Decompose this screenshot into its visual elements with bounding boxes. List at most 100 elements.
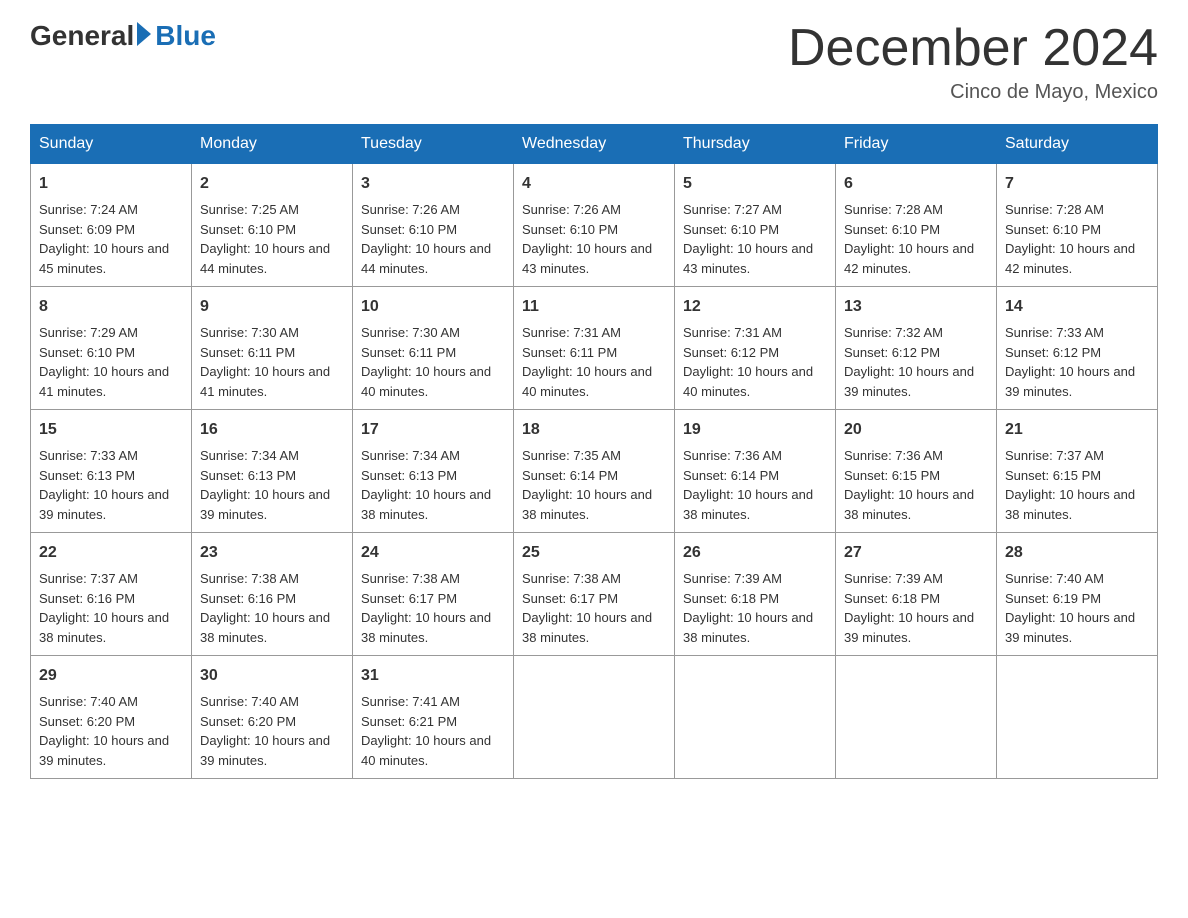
day-number: 8 — [39, 295, 183, 319]
day-info: Sunrise: 7:40 AMSunset: 6:20 PMDaylight:… — [39, 692, 183, 770]
header-tuesday: Tuesday — [353, 125, 514, 164]
day-info: Sunrise: 7:35 AMSunset: 6:14 PMDaylight:… — [522, 446, 666, 524]
day-number: 7 — [1005, 172, 1149, 196]
day-number: 29 — [39, 664, 183, 688]
day-number: 14 — [1005, 295, 1149, 319]
day-number: 21 — [1005, 418, 1149, 442]
day-number: 12 — [683, 295, 827, 319]
day-info: Sunrise: 7:38 AMSunset: 6:16 PMDaylight:… — [200, 569, 344, 647]
day-number: 18 — [522, 418, 666, 442]
day-number: 15 — [39, 418, 183, 442]
title-area: December 2024 Cinco de Mayo, Mexico — [788, 20, 1158, 104]
day-info: Sunrise: 7:32 AMSunset: 6:12 PMDaylight:… — [844, 323, 988, 401]
calendar-cell: 20 Sunrise: 7:36 AMSunset: 6:15 PMDayligh… — [836, 410, 997, 533]
day-info: Sunrise: 7:36 AMSunset: 6:15 PMDaylight:… — [844, 446, 988, 524]
calendar-cell: 27 Sunrise: 7:39 AMSunset: 6:18 PMDayligh… — [836, 533, 997, 656]
day-info: Sunrise: 7:34 AMSunset: 6:13 PMDaylight:… — [200, 446, 344, 524]
day-info: Sunrise: 7:28 AMSunset: 6:10 PMDaylight:… — [844, 200, 988, 278]
day-info: Sunrise: 7:39 AMSunset: 6:18 PMDaylight:… — [844, 569, 988, 647]
day-number: 22 — [39, 541, 183, 565]
day-number: 2 — [200, 172, 344, 196]
logo-blue-text: Blue — [155, 20, 216, 52]
calendar-cell: 18 Sunrise: 7:35 AMSunset: 6:14 PMDayligh… — [514, 410, 675, 533]
day-number: 3 — [361, 172, 505, 196]
day-number: 6 — [844, 172, 988, 196]
day-info: Sunrise: 7:41 AMSunset: 6:21 PMDaylight:… — [361, 692, 505, 770]
logo: General Blue — [30, 20, 216, 52]
header-friday: Friday — [836, 125, 997, 164]
day-number: 10 — [361, 295, 505, 319]
calendar-week-row: 8 Sunrise: 7:29 AMSunset: 6:10 PMDaylight… — [31, 287, 1158, 410]
day-number: 19 — [683, 418, 827, 442]
logo-general-text: General — [30, 20, 134, 52]
header-sunday: Sunday — [31, 125, 192, 164]
day-info: Sunrise: 7:25 AMSunset: 6:10 PMDaylight:… — [200, 200, 344, 278]
calendar-cell: 15 Sunrise: 7:33 AMSunset: 6:13 PMDayligh… — [31, 410, 192, 533]
day-info: Sunrise: 7:29 AMSunset: 6:10 PMDaylight:… — [39, 323, 183, 401]
calendar-cell: 22 Sunrise: 7:37 AMSunset: 6:16 PMDayligh… — [31, 533, 192, 656]
header-monday: Monday — [192, 125, 353, 164]
day-info: Sunrise: 7:31 AMSunset: 6:11 PMDaylight:… — [522, 323, 666, 401]
day-info: Sunrise: 7:26 AMSunset: 6:10 PMDaylight:… — [522, 200, 666, 278]
day-info: Sunrise: 7:40 AMSunset: 6:19 PMDaylight:… — [1005, 569, 1149, 647]
calendar-cell: 9Sunrise: 7:30 AMSunset: 6:11 PMDaylight… — [192, 287, 353, 410]
calendar-cell — [997, 656, 1158, 779]
day-number: 23 — [200, 541, 344, 565]
calendar-cell: 11 Sunrise: 7:31 AMSunset: 6:11 PMDayligh… — [514, 287, 675, 410]
day-info: Sunrise: 7:39 AMSunset: 6:18 PMDaylight:… — [683, 569, 827, 647]
day-number: 16 — [200, 418, 344, 442]
calendar-cell: 2 Sunrise: 7:25 AMSunset: 6:10 PMDaylight… — [192, 164, 353, 287]
day-info: Sunrise: 7:33 AMSunset: 6:13 PMDaylight:… — [39, 446, 183, 524]
calendar-cell: 5 Sunrise: 7:27 AMSunset: 6:10 PMDaylight… — [675, 164, 836, 287]
header-thursday: Thursday — [675, 125, 836, 164]
day-info: Sunrise: 7:30 AMSunset: 6:11 PMDaylight:… — [200, 323, 344, 401]
day-info: Sunrise: 7:26 AMSunset: 6:10 PMDaylight:… — [361, 200, 505, 278]
calendar-cell: 30 Sunrise: 7:40 AMSunset: 6:20 PMDayligh… — [192, 656, 353, 779]
calendar-cell: 13Sunrise: 7:32 AMSunset: 6:12 PMDayligh… — [836, 287, 997, 410]
day-number: 20 — [844, 418, 988, 442]
logo-arrow-icon — [137, 22, 151, 46]
calendar-cell: 23 Sunrise: 7:38 AMSunset: 6:16 PMDayligh… — [192, 533, 353, 656]
day-info: Sunrise: 7:31 AMSunset: 6:12 PMDaylight:… — [683, 323, 827, 401]
day-number: 5 — [683, 172, 827, 196]
calendar-cell: 31 Sunrise: 7:41 AMSunset: 6:21 PMDayligh… — [353, 656, 514, 779]
calendar-cell: 28Sunrise: 7:40 AMSunset: 6:19 PMDayligh… — [997, 533, 1158, 656]
calendar-cell: 14 Sunrise: 7:33 AMSunset: 6:12 PMDayligh… — [997, 287, 1158, 410]
calendar-cell: 1 Sunrise: 7:24 AMSunset: 6:09 PMDaylight… — [31, 164, 192, 287]
calendar-cell: 12 Sunrise: 7:31 AMSunset: 6:12 PMDayligh… — [675, 287, 836, 410]
day-info: Sunrise: 7:37 AMSunset: 6:15 PMDaylight:… — [1005, 446, 1149, 524]
day-number: 30 — [200, 664, 344, 688]
calendar-cell: 21 Sunrise: 7:37 AMSunset: 6:15 PMDayligh… — [997, 410, 1158, 533]
calendar-header-row: SundayMondayTuesdayWednesdayThursdayFrid… — [31, 125, 1158, 164]
calendar-cell: 16 Sunrise: 7:34 AMSunset: 6:13 PMDayligh… — [192, 410, 353, 533]
location-subtitle: Cinco de Mayo, Mexico — [788, 81, 1158, 104]
day-number: 4 — [522, 172, 666, 196]
header-saturday: Saturday — [997, 125, 1158, 164]
calendar-cell — [675, 656, 836, 779]
day-number: 1 — [39, 172, 183, 196]
day-info: Sunrise: 7:27 AMSunset: 6:10 PMDaylight:… — [683, 200, 827, 278]
day-info: Sunrise: 7:40 AMSunset: 6:20 PMDaylight:… — [200, 692, 344, 770]
day-number: 24 — [361, 541, 505, 565]
calendar-cell: 6 Sunrise: 7:28 AMSunset: 6:10 PMDaylight… — [836, 164, 997, 287]
calendar-cell: 29 Sunrise: 7:40 AMSunset: 6:20 PMDayligh… — [31, 656, 192, 779]
day-info: Sunrise: 7:30 AMSunset: 6:11 PMDaylight:… — [361, 323, 505, 401]
calendar-cell: 7 Sunrise: 7:28 AMSunset: 6:10 PMDaylight… — [997, 164, 1158, 287]
day-info: Sunrise: 7:28 AMSunset: 6:10 PMDaylight:… — [1005, 200, 1149, 278]
day-number: 27 — [844, 541, 988, 565]
day-number: 26 — [683, 541, 827, 565]
calendar-cell: 3 Sunrise: 7:26 AMSunset: 6:10 PMDaylight… — [353, 164, 514, 287]
calendar-week-row: 29 Sunrise: 7:40 AMSunset: 6:20 PMDayligh… — [31, 656, 1158, 779]
calendar-cell: 4 Sunrise: 7:26 AMSunset: 6:10 PMDaylight… — [514, 164, 675, 287]
day-number: 11 — [522, 295, 666, 319]
day-info: Sunrise: 7:37 AMSunset: 6:16 PMDaylight:… — [39, 569, 183, 647]
day-number: 31 — [361, 664, 505, 688]
calendar-cell — [836, 656, 997, 779]
page-header: General Blue December 2024 Cinco de Mayo… — [30, 20, 1158, 104]
calendar-cell: 10 Sunrise: 7:30 AMSunset: 6:11 PMDayligh… — [353, 287, 514, 410]
day-info: Sunrise: 7:38 AMSunset: 6:17 PMDaylight:… — [522, 569, 666, 647]
calendar-cell: 17Sunrise: 7:34 AMSunset: 6:13 PMDayligh… — [353, 410, 514, 533]
header-wednesday: Wednesday — [514, 125, 675, 164]
day-info: Sunrise: 7:24 AMSunset: 6:09 PMDaylight:… — [39, 200, 183, 278]
day-info: Sunrise: 7:33 AMSunset: 6:12 PMDaylight:… — [1005, 323, 1149, 401]
